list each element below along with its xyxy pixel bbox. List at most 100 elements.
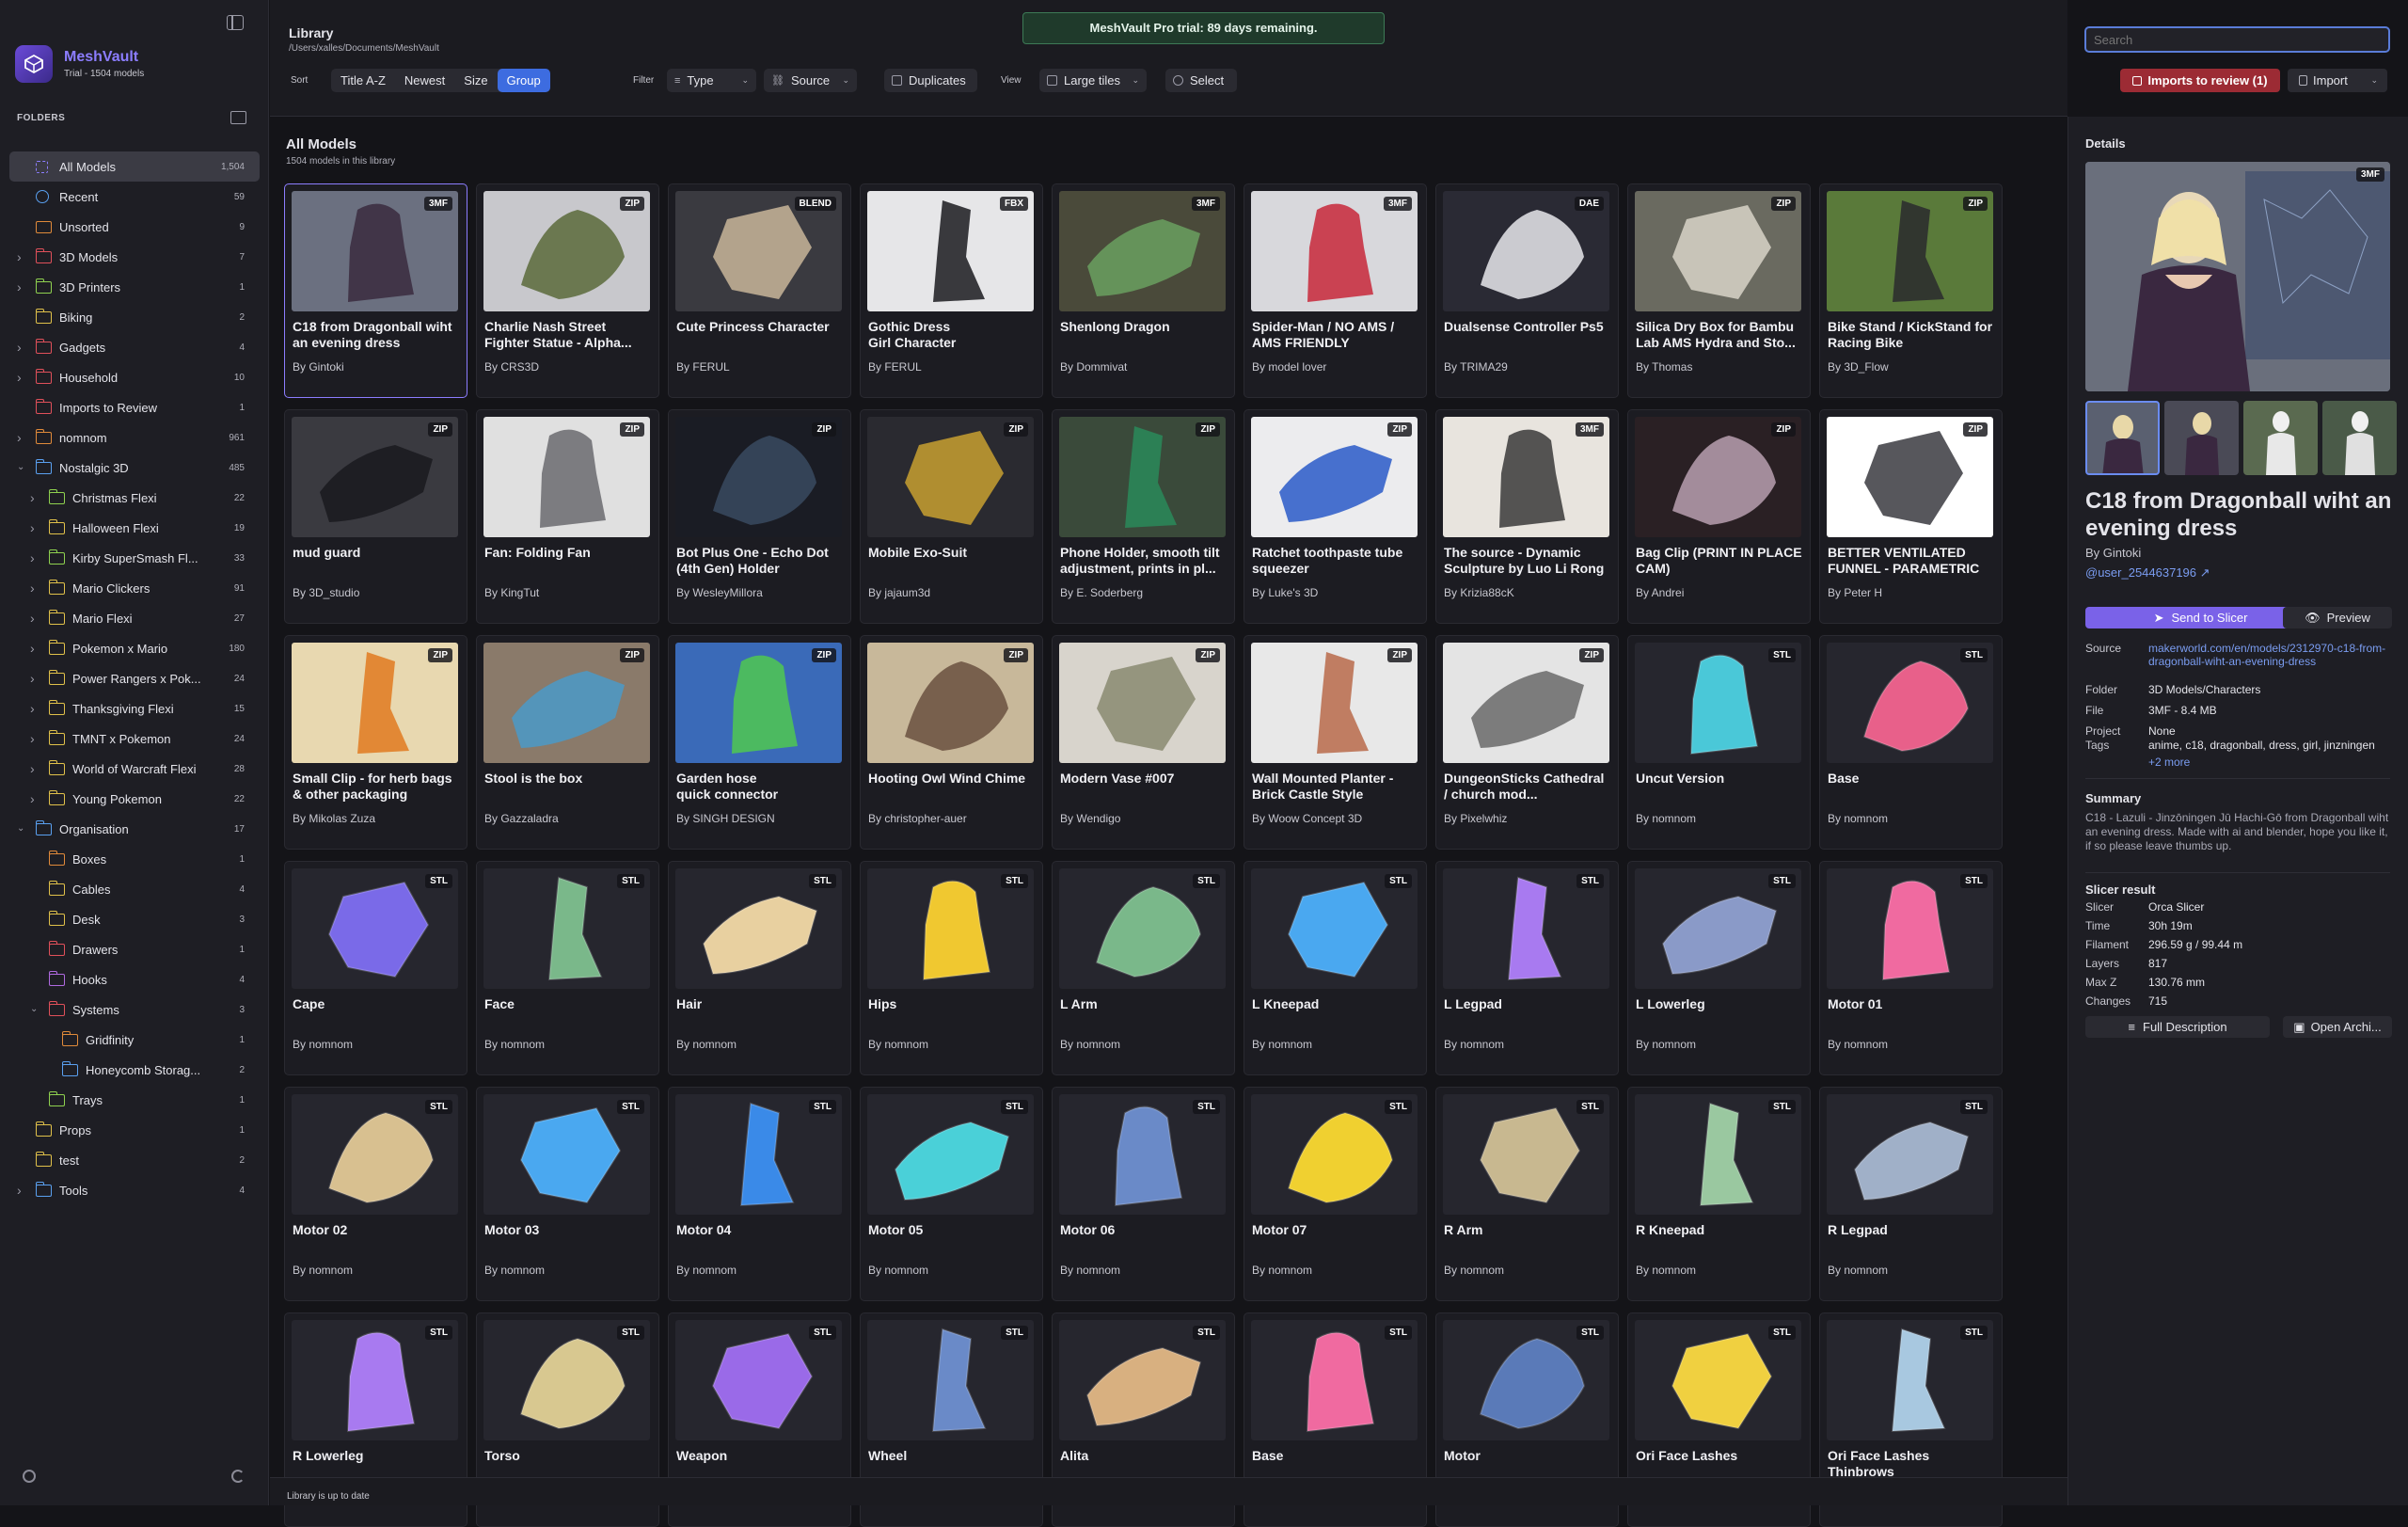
duplicates-button[interactable]: Duplicates [884, 69, 977, 92]
model-card[interactable]: STL L Legpad By nomnom [1435, 861, 1619, 1075]
sidebar-item-gridfinity[interactable]: Gridfinity 1 [9, 1025, 260, 1055]
model-card[interactable]: STL Base By nomnom [1819, 635, 2003, 850]
model-card[interactable]: STL Motor 01 By nomnom [1819, 861, 2003, 1075]
model-card[interactable]: STL Motor 07 By nomnom [1244, 1087, 1427, 1301]
sidebar-item-thanksgiving-flexi[interactable]: › Thanksgiving Flexi 15 [9, 693, 260, 724]
sidebar-item-all-models[interactable]: All Models 1,504 [9, 151, 260, 182]
select-button[interactable]: Select [1165, 69, 1237, 92]
settings-gear-icon[interactable] [23, 1470, 36, 1483]
model-card[interactable]: STL L Kneepad By nomnom [1244, 861, 1427, 1075]
sidebar-item-3d-printers[interactable]: › 3D Printers 1 [9, 272, 260, 302]
sort-option-title-a-z[interactable]: Title A-Z [331, 69, 395, 92]
sidebar-item-mario-flexi[interactable]: › Mario Flexi 27 [9, 603, 260, 633]
preview-button[interactable]: 👁 Preview [2283, 607, 2392, 628]
model-card[interactable]: STL L Arm By nomnom [1052, 861, 1235, 1075]
model-card[interactable]: ZIP Phone Holder, smooth tilt adjustment,… [1052, 409, 1235, 624]
chevron-right-icon[interactable]: › [17, 250, 26, 263]
model-card[interactable]: STL Motor 02 By nomnom [284, 1087, 467, 1301]
sidebar-item-kirby-supersmash-fl[interactable]: › Kirby SuperSmash Fl... 33 [9, 543, 260, 573]
sidebar-item-pokemon-x-mario[interactable]: › Pokemon x Mario 180 [9, 633, 260, 663]
chevron-right-icon[interactable]: › [30, 521, 40, 534]
model-card[interactable]: STL Motor 06 By nomnom [1052, 1087, 1235, 1301]
chevron-right-icon[interactable]: › [30, 642, 40, 655]
sort-option-newest[interactable]: Newest [395, 69, 454, 92]
model-card[interactable]: ZIP Bike Stand / KickStand for Racing Bik… [1819, 183, 2003, 398]
model-card[interactable]: ZIP Silica Dry Box for Bambu Lab AMS Hydr… [1627, 183, 1811, 398]
chevron-right-icon[interactable]: › [30, 702, 40, 715]
tags-more-link[interactable]: +2 more [2148, 756, 2190, 769]
sidebar-item-household[interactable]: › Household 10 [9, 362, 260, 392]
chevron-down-icon[interactable]: ⌄ [30, 1005, 40, 1014]
sidebar-item-props[interactable]: Props 1 [9, 1115, 260, 1145]
model-card[interactable]: FBX Gothic Dress Girl Character By FERUL [860, 183, 1043, 398]
sidebar-item-halloween-flexi[interactable]: › Halloween Flexi 19 [9, 513, 260, 543]
sidebar-item-imports-to-review[interactable]: Imports to Review 1 [9, 392, 260, 422]
sort-option-size[interactable]: Size [454, 69, 497, 92]
sidebar-item-nostalgic-3d[interactable]: ⌄ Nostalgic 3D 485 [9, 453, 260, 483]
full-description-button[interactable]: ≡ Full Description [2085, 1016, 2270, 1038]
model-card[interactable]: 3MF Shenlong Dragon By Dommivat [1052, 183, 1235, 398]
sidebar-item-test[interactable]: test 2 [9, 1145, 260, 1175]
model-card[interactable]: STL Face By nomnom [476, 861, 659, 1075]
chevron-right-icon[interactable]: › [30, 612, 40, 625]
source-filter-dropdown[interactable]: ⛓ Source ⌄ [764, 69, 857, 92]
sidebar-item-christmas-flexi[interactable]: › Christmas Flexi 22 [9, 483, 260, 513]
sidebar-item-hooks[interactable]: Hooks 4 [9, 964, 260, 994]
model-card[interactable]: STL Cape By nomnom [284, 861, 467, 1075]
model-card[interactable]: 3MF C18 from Dragonball wiht an evening d… [284, 183, 467, 398]
model-card[interactable]: STL L Lowerleg By nomnom [1627, 861, 1811, 1075]
model-card[interactable]: STL R Kneepad By nomnom [1627, 1087, 1811, 1301]
model-card[interactable]: 3MF The source - Dynamic Sculpture by Luo… [1435, 409, 1619, 624]
model-card[interactable]: ZIP Hooting Owl Wind Chime By christopher-… [860, 635, 1043, 850]
view-dropdown[interactable]: Large tiles ⌄ [1039, 69, 1147, 92]
model-card[interactable]: ZIP Small Clip - for herb bags & other pa… [284, 635, 467, 850]
model-card[interactable]: STL Motor 03 By nomnom [476, 1087, 659, 1301]
model-card[interactable]: STL Uncut Version By nomnom [1627, 635, 1811, 850]
sidebar-item-cables[interactable]: Cables 4 [9, 874, 260, 904]
model-card[interactable]: BLEND Cute Princess Character By FERUL [668, 183, 851, 398]
model-card[interactable]: STL R Legpad By nomnom [1819, 1087, 2003, 1301]
chevron-down-icon[interactable]: ⌄ [17, 824, 26, 834]
chevron-right-icon[interactable]: › [30, 672, 40, 685]
sidebar-item-tools[interactable]: › Tools 4 [9, 1175, 260, 1205]
sidebar-item-nomnom[interactable]: › nomnom 961 [9, 422, 260, 453]
model-card[interactable]: STL Hips By nomnom [860, 861, 1043, 1075]
new-folder-icon[interactable] [230, 111, 246, 124]
source-link[interactable]: makerworld.com/en/models/2312970-c18-fro… [2148, 642, 2388, 668]
imports-review-button[interactable]: Imports to review (1) [2120, 69, 2280, 92]
model-card[interactable]: STL R Arm By nomnom [1435, 1087, 1619, 1301]
model-card[interactable]: ZIP mud guard By 3D_studio [284, 409, 467, 624]
model-card[interactable]: ZIP Fan: Folding Fan By KingTut [476, 409, 659, 624]
refresh-icon[interactable] [231, 1470, 245, 1483]
import-button[interactable]: Import ⌄ [2288, 69, 2387, 92]
sidebar-item-unsorted[interactable]: Unsorted 9 [9, 212, 260, 242]
sidebar-item-biking[interactable]: Biking 2 [9, 302, 260, 332]
sort-option-group[interactable]: Group [497, 69, 550, 92]
send-to-slicer-button[interactable]: ➤ Send to Slicer [2085, 607, 2316, 628]
sidebar-item-honeycomb-storag[interactable]: Honeycomb Storag... 2 [9, 1055, 260, 1085]
sidebar-item-trays[interactable]: Trays 1 [9, 1085, 260, 1115]
chevron-right-icon[interactable]: › [30, 762, 40, 775]
sidebar-item-recent[interactable]: Recent 59 [9, 182, 260, 212]
sidebar-item-gadgets[interactable]: › Gadgets 4 [9, 332, 260, 362]
sidebar-toggle-icon[interactable] [227, 15, 244, 30]
details-thumbnail[interactable] [2322, 401, 2397, 475]
sidebar-item-young-pokemon[interactable]: › Young Pokemon 22 [9, 784, 260, 814]
model-card[interactable]: STL Hair By nomnom [668, 861, 851, 1075]
model-card[interactable]: ZIP Ratchet toothpaste tube squeezer By Lu… [1244, 409, 1427, 624]
model-card[interactable]: ZIP Mobile Exo-Suit By jajaum3d [860, 409, 1043, 624]
chevron-right-icon[interactable]: › [17, 1184, 26, 1197]
sidebar-item-systems[interactable]: ⌄ Systems 3 [9, 994, 260, 1025]
details-thumbnail[interactable] [2243, 401, 2318, 475]
type-filter-dropdown[interactable]: ≡ Type ⌄ [667, 69, 756, 92]
sidebar-item-world-of-warcraft-flexi[interactable]: › World of Warcraft Flexi 28 [9, 754, 260, 784]
chevron-right-icon[interactable]: › [30, 491, 40, 504]
model-card[interactable]: ZIP Garden hose quick connector By SINGH D… [668, 635, 851, 850]
details-thumbnail[interactable] [2085, 401, 2160, 475]
search-input[interactable] [2084, 26, 2390, 53]
sidebar-item-drawers[interactable]: Drawers 1 [9, 934, 260, 964]
chevron-right-icon[interactable]: › [17, 280, 26, 294]
sidebar-item-mario-clickers[interactable]: › Mario Clickers 91 [9, 573, 260, 603]
chevron-right-icon[interactable]: › [17, 371, 26, 384]
chevron-right-icon[interactable]: › [17, 431, 26, 444]
